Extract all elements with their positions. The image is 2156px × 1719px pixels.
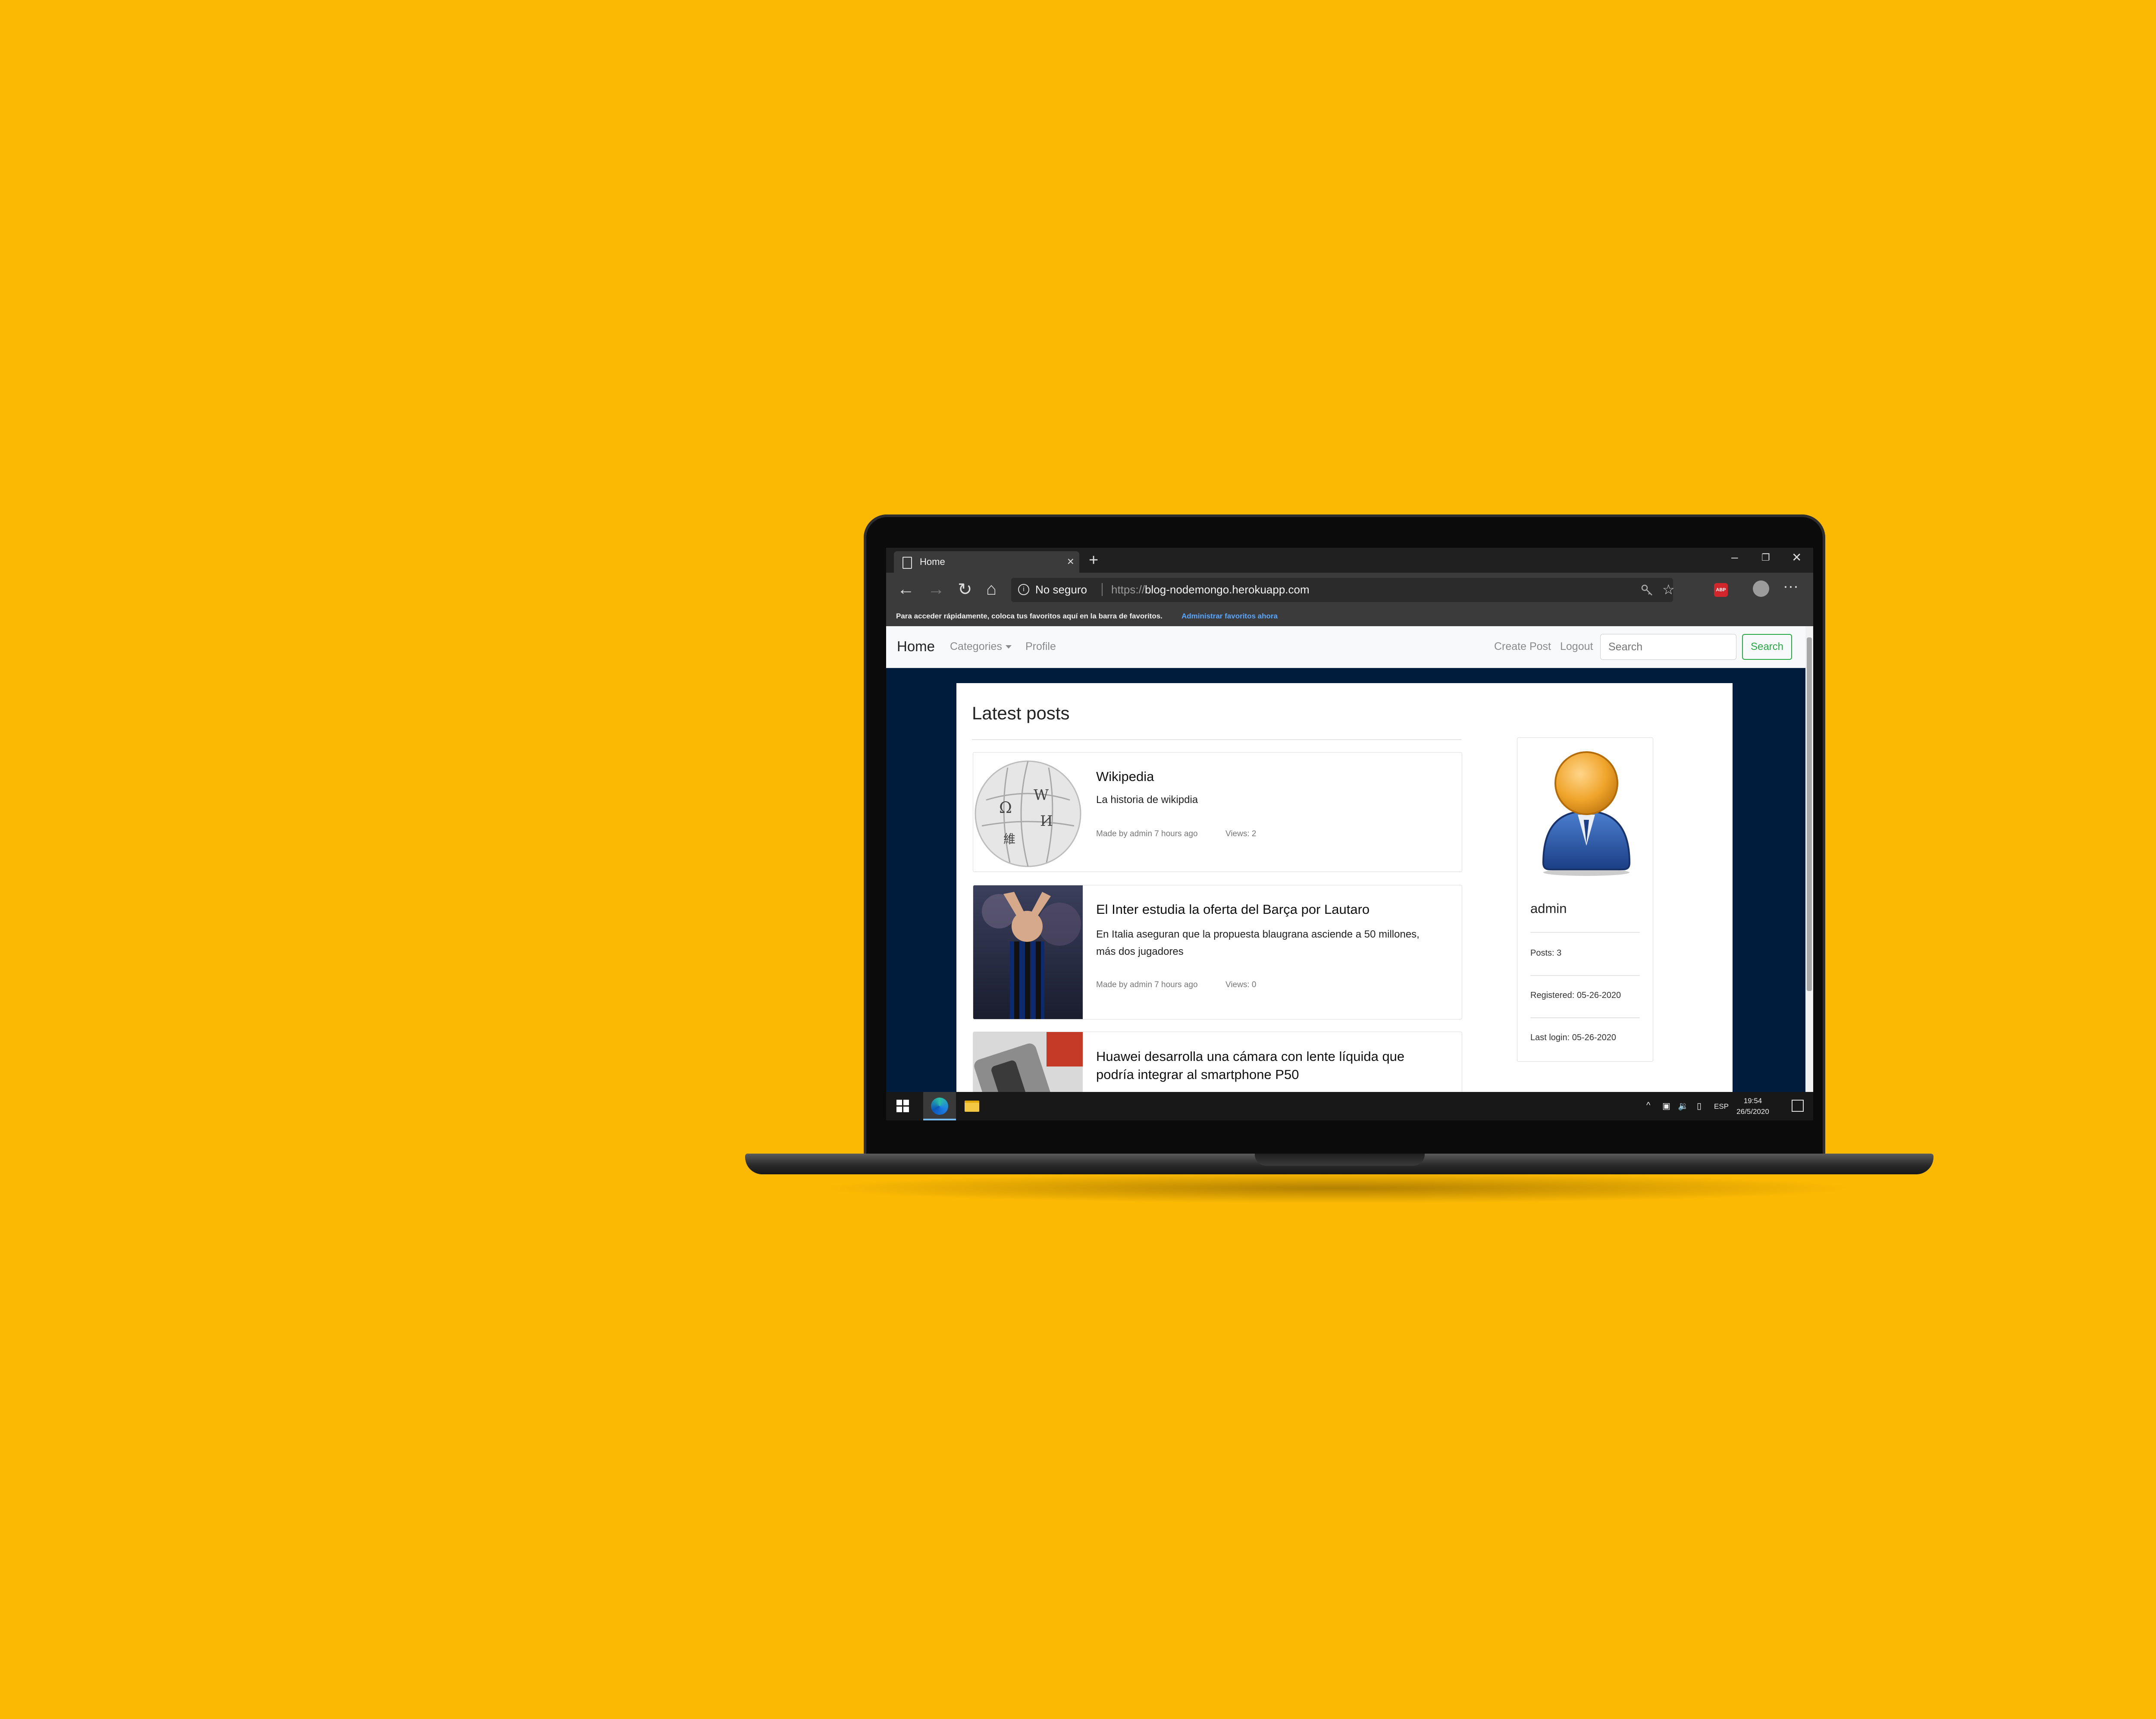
divider xyxy=(1530,932,1640,933)
taskbar-clock[interactable]: 19:54 26/5/2020 xyxy=(1729,1095,1777,1117)
url-host: blog-nodemongo.herokuapp.com xyxy=(1145,583,1310,596)
edge-icon xyxy=(931,1098,948,1115)
clock-time: 19:54 xyxy=(1743,1097,1762,1105)
post-card[interactable]: El Inter estudia la oferta del Barça por… xyxy=(973,885,1462,1019)
tray-expand-icon[interactable]: ^ xyxy=(1646,1101,1650,1110)
nav-create-post[interactable]: Create Post xyxy=(1494,640,1551,653)
laptop-screen: Home × + – ❐ ✕ ← → ↻ ⌂ i No seguro https… xyxy=(886,548,1813,1120)
laptop-shadow xyxy=(819,1173,1854,1203)
post-views: Views: 2 xyxy=(1225,829,1257,838)
main-content-card: Latest posts Ω W И 維 Wikipedia La histor… xyxy=(956,683,1733,1092)
nav-categories-label: Categories xyxy=(950,640,1002,652)
divider xyxy=(1530,975,1640,976)
post-image-smartphone xyxy=(973,1032,1083,1092)
profile-last-login: Last login: 05-26-2020 xyxy=(1530,1033,1617,1042)
page-scrollbar[interactable] xyxy=(1805,626,1813,1092)
divider xyxy=(972,739,1461,740)
profile-card: admin Posts: 3 Registered: 05-26-2020 La… xyxy=(1517,737,1653,1062)
svg-text:Ω: Ω xyxy=(999,799,1012,817)
tab-title: Home xyxy=(920,556,945,567)
close-window-button[interactable]: ✕ xyxy=(1792,550,1802,565)
post-views: Views: 0 xyxy=(1225,980,1257,989)
browser-tab[interactable]: Home × xyxy=(894,551,1079,573)
post-title[interactable]: El Inter estudia la oferta del Barça por… xyxy=(1096,902,1369,917)
home-icon[interactable]: ⌂ xyxy=(986,580,997,599)
close-tab-icon[interactable]: × xyxy=(1067,555,1074,568)
post-title[interactable]: Huawei desarrolla una cámara con lente l… xyxy=(1096,1048,1424,1084)
clock-date: 26/5/2020 xyxy=(1736,1107,1769,1116)
url-text: https://blog-nodemongo.herokuapp.com xyxy=(1111,583,1310,596)
manage-favorites-link[interactable]: Administrar favoritos ahora xyxy=(1181,612,1278,621)
refresh-icon[interactable]: ↻ xyxy=(958,580,972,599)
search-input[interactable] xyxy=(1600,634,1736,660)
profile-posts-count: Posts: 3 xyxy=(1530,948,1562,958)
adblock-icon[interactable]: ABP xyxy=(1714,583,1728,597)
nav-categories[interactable]: Categories xyxy=(950,640,1012,653)
network-icon[interactable]: ▣ xyxy=(1662,1101,1670,1111)
windows-icon[interactable] xyxy=(896,1100,909,1113)
favorites-bar: Para acceder rápidamente, coloca tus fav… xyxy=(886,607,1813,626)
browser-toolbar: ← → ↻ ⌂ i No seguro https://blog-nodemon… xyxy=(886,573,1813,607)
nav-profile[interactable]: Profile xyxy=(1025,640,1056,653)
chevron-down-icon xyxy=(1005,645,1012,649)
nav-home[interactable]: Home xyxy=(897,638,935,655)
more-icon[interactable]: ··· xyxy=(1783,577,1799,595)
svg-text:W: W xyxy=(1034,787,1049,804)
laptop-notch xyxy=(1255,1154,1425,1166)
key-icon[interactable] xyxy=(1641,584,1654,597)
url-protocol: https:// xyxy=(1111,583,1145,596)
windows-taskbar: ^ ▣ 🔉 ▯ ESP 19:54 26/5/2020 xyxy=(886,1092,1813,1120)
language-indicator[interactable]: ESP xyxy=(1714,1102,1729,1111)
file-explorer-icon[interactable] xyxy=(965,1101,979,1112)
post-image-football-player xyxy=(973,885,1083,1019)
post-description: La historia de wikipdia xyxy=(1096,794,1198,806)
site-navbar: Home Categories Profile Create Post Logo… xyxy=(886,626,1805,668)
maximize-button[interactable]: ❐ xyxy=(1761,552,1770,563)
info-icon[interactable]: i xyxy=(1018,584,1029,595)
profile-registered: Registered: 05-26-2020 xyxy=(1530,991,1621,1000)
url-separator xyxy=(1102,583,1103,596)
edge-taskbar-button[interactable] xyxy=(923,1092,956,1120)
active-indicator xyxy=(923,1119,956,1120)
post-meta: Made by admin 7 hours ago xyxy=(1096,829,1198,838)
profile-icon[interactable] xyxy=(1753,580,1769,597)
back-icon[interactable]: ← xyxy=(897,580,915,599)
post-card[interactable]: Ω W И 維 Wikipedia La historia de wikipdi… xyxy=(973,752,1462,872)
security-label: No seguro xyxy=(1035,583,1087,596)
post-image-wikipedia-globe: Ω W И 維 xyxy=(973,753,1083,872)
profile-name: admin xyxy=(1530,901,1567,916)
favorites-prompt: Para acceder rápidamente, coloca tus fav… xyxy=(896,612,1163,620)
avatar xyxy=(1542,751,1631,876)
notification-icon[interactable] xyxy=(1792,1100,1804,1112)
forward-icon[interactable]: → xyxy=(928,580,945,599)
page-title: Latest posts xyxy=(972,703,1070,723)
new-tab-button[interactable]: + xyxy=(1089,551,1098,570)
divider xyxy=(1530,1017,1640,1018)
browser-tab-strip: Home × + – ❐ ✕ xyxy=(886,548,1813,573)
post-card[interactable]: Huawei desarrolla una cámara con lente l… xyxy=(973,1032,1462,1092)
search-button[interactable]: Search xyxy=(1742,634,1792,660)
nav-logout[interactable]: Logout xyxy=(1560,640,1593,653)
page-icon xyxy=(903,557,912,569)
minimize-button[interactable]: – xyxy=(1731,550,1738,564)
battery-icon[interactable]: ▯ xyxy=(1697,1101,1702,1111)
address-bar[interactable]: i No seguro https://blog-nodemongo.herok… xyxy=(1011,578,1675,602)
post-title[interactable]: Wikipedia xyxy=(1096,769,1154,784)
svg-text:維: 維 xyxy=(1003,832,1015,846)
post-meta: Made by admin 7 hours ago xyxy=(1096,980,1198,989)
svg-text:И: И xyxy=(1040,812,1053,830)
post-description: En Italia aseguran que la propuesta blau… xyxy=(1096,929,1420,957)
scrollbar-thumb[interactable] xyxy=(1807,637,1812,991)
volume-icon[interactable]: 🔉 xyxy=(1678,1101,1689,1111)
star-icon[interactable]: ☆ xyxy=(1662,581,1675,598)
page-viewport: Home Categories Profile Create Post Logo… xyxy=(886,626,1805,1092)
